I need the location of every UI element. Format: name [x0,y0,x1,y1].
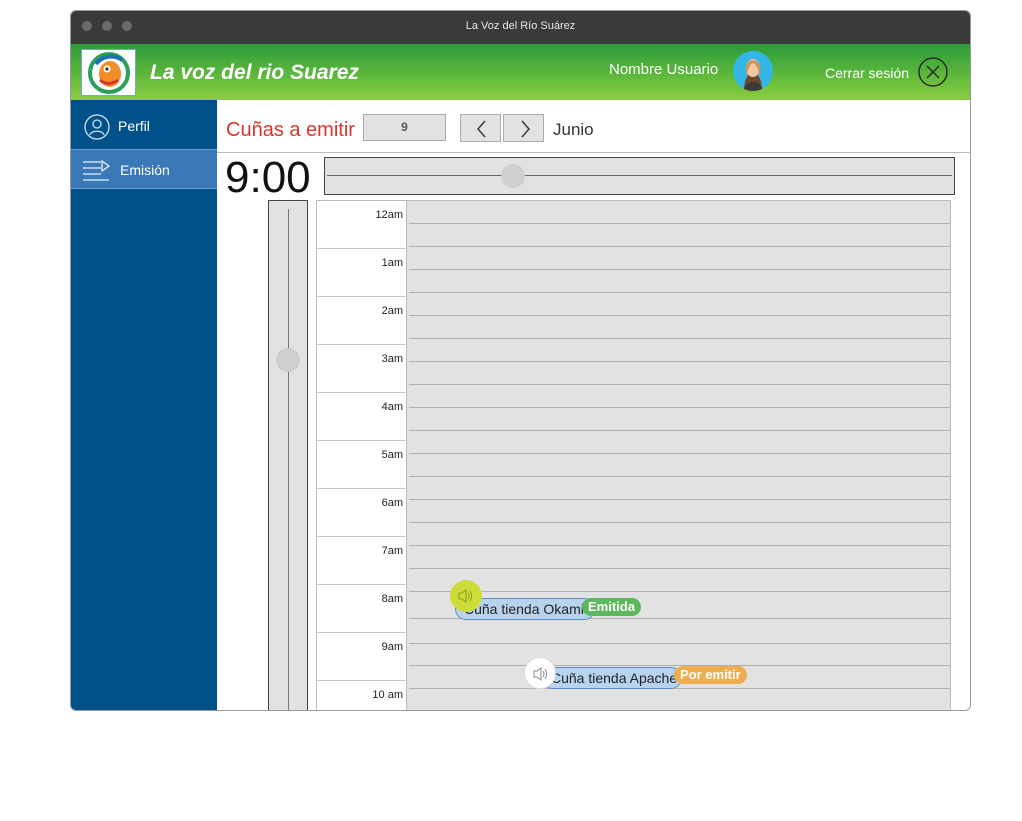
grid-line [409,453,950,454]
playlist-icon [83,158,111,184]
window-title: La Voz del Río Suárez [465,20,576,32]
grid-line [409,407,950,408]
logout-label[interactable]: Cerrar sesión [825,65,909,81]
speaker-icon[interactable] [450,580,482,612]
toolbar-divider [217,152,970,153]
chevron-left-icon [477,120,486,138]
vertical-slider-thumb[interactable] [276,348,300,372]
sidebar-item-emision[interactable]: Emisión [71,149,217,189]
event-apache[interactable]: Cuña tienda Apache [542,667,682,689]
prev-button[interactable] [460,114,501,142]
grid-line [409,522,950,523]
sidebar: Perfil Emisión [71,100,217,710]
grid-line [409,269,950,270]
app-window: La Voz del Río Suárez La voz del rio Sua… [70,10,971,711]
time-slider-track [327,175,952,176]
hour-label: 10 am [372,689,403,701]
vertical-scroll-slider[interactable] [268,200,308,710]
hour-label: 2am [381,305,403,317]
sidebar-item-perfil[interactable]: Perfil [71,106,217,146]
hour-label: 3am [381,353,403,365]
user-name[interactable]: Nombre Usuario [609,61,718,78]
hour-label: 5am [381,449,403,461]
grid-line [409,315,950,316]
hour-label: 6am [381,497,403,509]
hour-row: 3am [317,345,407,393]
speaker-icon[interactable] [524,657,556,689]
hour-row: 7am [317,537,407,585]
grid-line [409,643,950,644]
hour-label: 8am [381,593,403,605]
hour-label: 4am [381,401,403,413]
app-name: La voz del rio Suarez [150,61,359,84]
avatar[interactable] [733,51,773,91]
hour-row: 5am [317,441,407,489]
month-label: Junio [553,120,594,139]
grid-line [409,384,950,385]
grid-line [409,499,950,500]
day-input[interactable]: 9 [363,114,446,141]
hour-row: 9am [317,633,407,681]
status-badge-emitida: Emitida [582,598,641,616]
close-circle-icon[interactable] [917,56,949,88]
hour-row: 10 am [317,681,407,710]
grid-line [409,591,950,592]
hour-label: 7am [381,545,403,557]
sidebar-item-label: Perfil [118,118,150,134]
app-header: La voz del rio Suarez Nombre Usuario Cer… [71,44,970,100]
time-slider-thumb[interactable] [501,164,525,188]
vertical-slider-track [288,209,289,710]
current-time-display: 9:00 [225,153,311,202]
status-badge-por-emitir: Por emitir [674,666,747,684]
grid-line [409,430,950,431]
event-title: Cuña tienda Apache [551,670,678,686]
grid-line [409,223,950,224]
window-titlebar: La Voz del Río Suárez [71,11,970,44]
hour-row: 4am [317,393,407,441]
hour-row: 6am [317,489,407,537]
hour-row: 8am [317,585,407,633]
hour-row: 1am [317,249,407,297]
sidebar-item-label: Emisión [120,162,170,178]
hour-row: 2am [317,297,407,345]
hour-label: 12am [375,209,403,221]
grid-line [409,545,950,546]
grid-line [409,361,950,362]
chevron-right-icon [521,120,530,138]
grid-line [409,688,950,689]
hour-label: 1am [381,257,403,269]
radio-logo-icon [81,49,136,96]
user-icon [83,114,111,140]
hours-column: 12am 1am 2am 3am 4am 5am 6am 7am 8am 9am… [317,201,407,710]
hour-label: 9am [381,641,403,653]
hour-row: 12am [317,201,407,249]
day-calendar: 12am 1am 2am 3am 4am 5am 6am 7am 8am 9am… [316,200,951,710]
next-button[interactable] [503,114,544,142]
grid-line [409,246,950,247]
grid-line [409,476,950,477]
grid-line [409,338,950,339]
page-title: Cuñas a emitir [226,119,355,141]
grid-line [409,568,950,569]
time-slider[interactable] [324,157,955,195]
grid-line [409,292,950,293]
